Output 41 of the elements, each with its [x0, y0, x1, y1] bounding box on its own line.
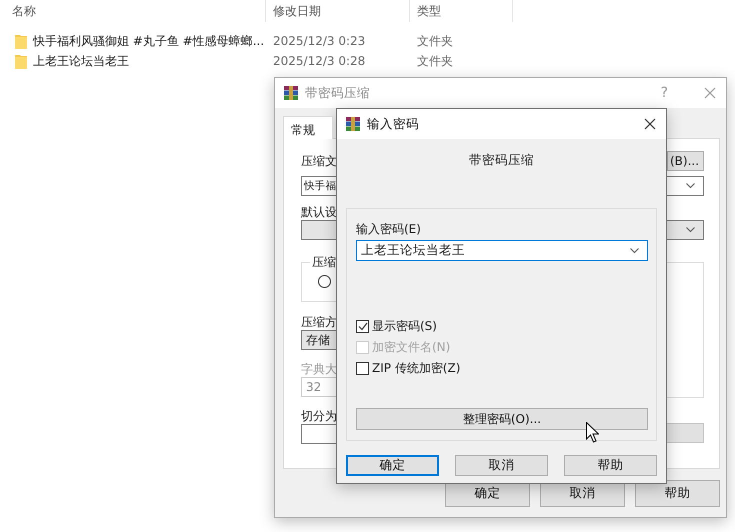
file-type: 文件夹	[416, 52, 454, 70]
file-name[interactable]: 上老王论坛当老王	[33, 52, 129, 70]
dialog-button[interactable]: 确定	[346, 455, 439, 476]
password-field[interactable]: 上老王论坛当老王	[356, 240, 648, 261]
field-label: 字典大	[301, 361, 337, 377]
dialog-title: 带密码压缩	[305, 84, 371, 102]
checkbox-option[interactable]: 显示密码(S)	[356, 320, 648, 333]
dialog-subtitle: 带密码压缩	[468, 152, 535, 168]
column-header[interactable]: 名称	[0, 0, 266, 22]
chevron-down-icon	[630, 248, 639, 254]
manage-passwords-button[interactable]: 整理密码(O)...	[356, 408, 648, 430]
field-label: 默认设	[301, 204, 337, 220]
column-header[interactable]: 修改日期	[266, 0, 410, 22]
checkbox[interactable]	[356, 320, 369, 333]
field-label: 输入密码(E)	[356, 221, 421, 237]
file-type: 文件夹	[416, 32, 454, 50]
browse-button[interactable]: (B)...	[667, 151, 704, 171]
file-name[interactable]: 快手福利风骚御姐 #丸子鱼 #性感母蟑螂...	[33, 32, 264, 50]
dialog-button[interactable]: 帮助	[635, 480, 720, 507]
app-logo-icon	[283, 85, 299, 101]
checkbox-option[interactable]: ZIP 传统加密(Z)	[356, 362, 648, 375]
dialog-title: 输入密码	[367, 116, 420, 132]
radio-button[interactable]	[318, 275, 331, 288]
pointer-icon	[586, 422, 599, 443]
folder-icon	[15, 34, 27, 48]
button[interactable]	[666, 423, 704, 443]
modified-date: 2025/12/3 0:28	[272, 54, 366, 68]
checkbox[interactable]	[356, 362, 369, 375]
dialog-button[interactable]: 帮助	[564, 455, 657, 476]
folder-icon	[15, 54, 27, 68]
dialog-button[interactable]: 取消	[455, 455, 548, 476]
chevron-down-icon	[686, 227, 695, 233]
column-header[interactable]: 类型	[410, 0, 513, 22]
field-label: 压缩方	[301, 314, 337, 330]
modified-date: 2025/12/3 0:23	[272, 34, 366, 48]
field-label: 压缩文	[301, 153, 337, 169]
chevron-down-icon	[686, 183, 695, 189]
close-icon[interactable]	[644, 118, 656, 130]
field-label: 切分为	[301, 408, 337, 424]
tab[interactable]: 常规	[283, 116, 333, 139]
app-logo-icon	[345, 116, 361, 132]
